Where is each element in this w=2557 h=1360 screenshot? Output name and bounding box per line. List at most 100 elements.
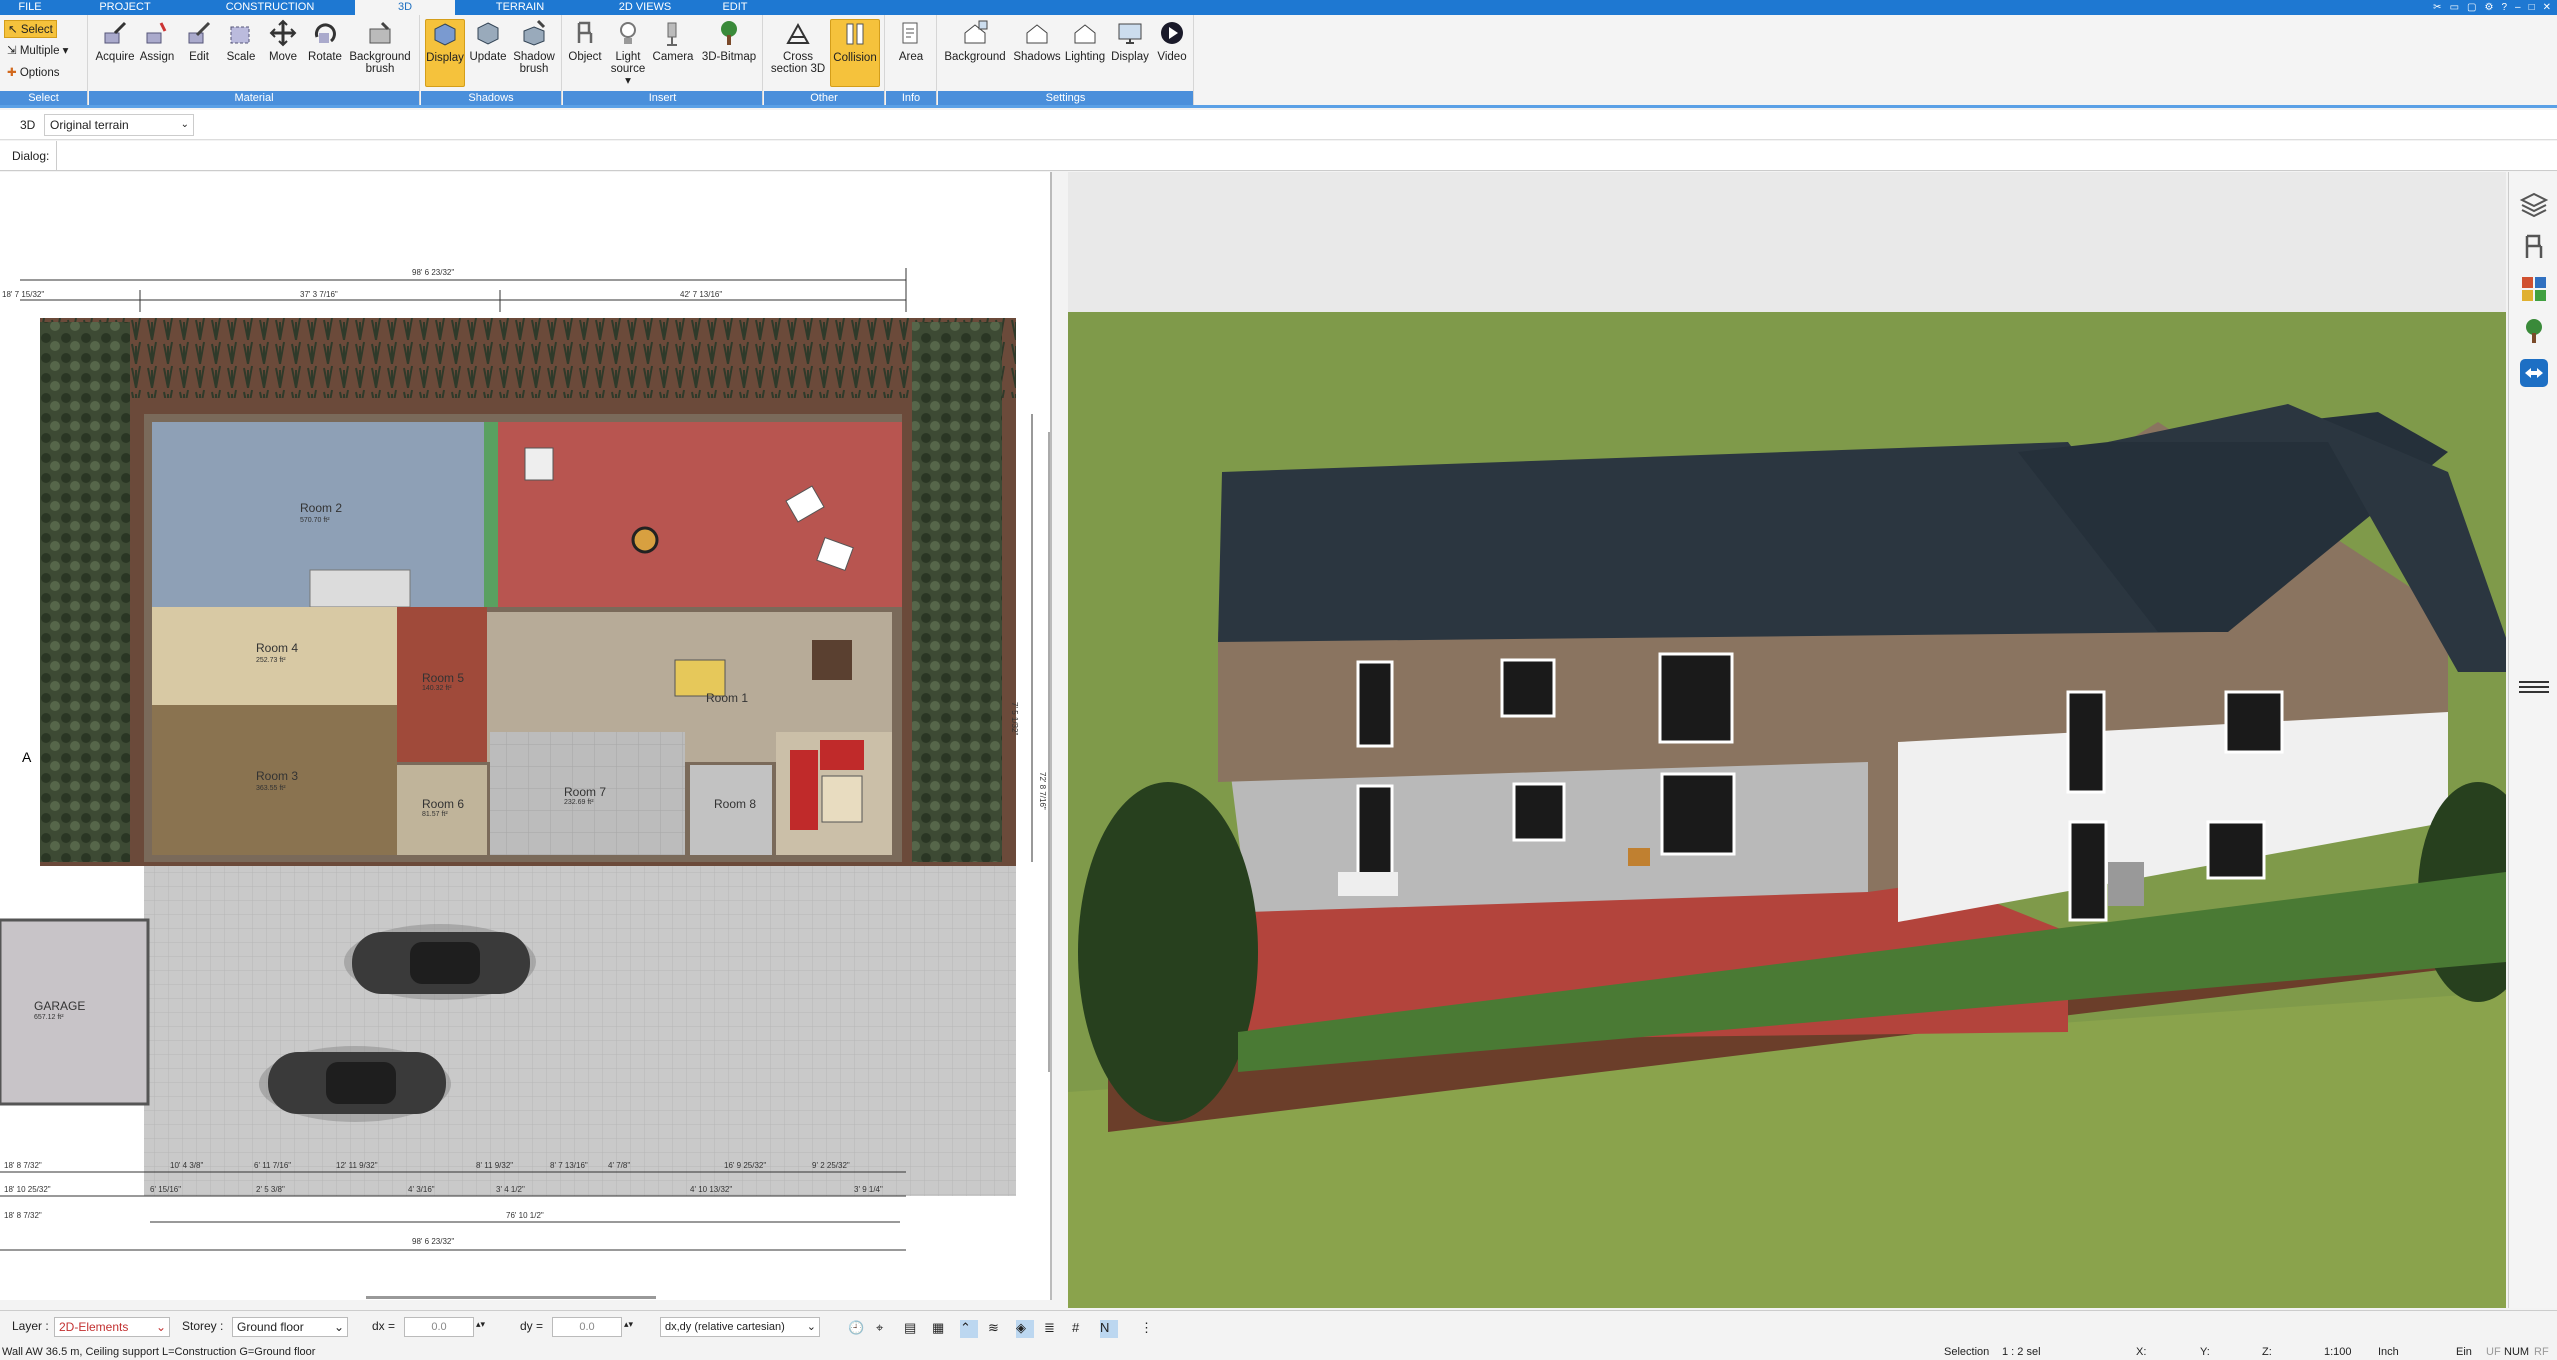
tab-edit[interactable]: EDIT bbox=[715, 0, 755, 15]
object-snap-icon[interactable]: ◈ bbox=[1016, 1320, 1034, 1338]
area-button[interactable]: Area bbox=[890, 19, 932, 63]
driveway bbox=[144, 866, 1016, 1196]
dim-row2-1: 6' 15/16" bbox=[150, 1185, 181, 1194]
dx-input[interactable]: 0.0 bbox=[404, 1317, 474, 1337]
terrace-area[interactable] bbox=[498, 422, 902, 607]
stairs[interactable] bbox=[309, 569, 411, 608]
group-select: ↖ Select ⇲ Multiple ▾ ✚ Options Select bbox=[0, 15, 88, 105]
light-source-button[interactable]: Light source ▾ bbox=[607, 19, 649, 87]
background-label: Background bbox=[944, 51, 1006, 63]
move-arrows-icon bbox=[269, 19, 297, 47]
tools-icon[interactable]: ✂ bbox=[2433, 2, 2441, 13]
furniture-icon[interactable] bbox=[2519, 232, 2549, 262]
update-shadows-button[interactable]: Update bbox=[467, 19, 509, 63]
camera-button[interactable]: Camera bbox=[651, 19, 695, 63]
piano[interactable] bbox=[812, 640, 852, 680]
vertical-scrollbar[interactable] bbox=[1048, 432, 1051, 1072]
storey-dropdown[interactable]: Ground floor ⌄ bbox=[232, 1317, 348, 1337]
area-icon bbox=[902, 22, 918, 44]
layer-dropdown[interactable]: 2D-Elements ⌄ bbox=[54, 1317, 170, 1337]
terrain-dropdown[interactable]: Original terrain ⌄ bbox=[44, 114, 194, 136]
floor-plan-canvas[interactable]: 98' 6 23/32" 37' 3 7/16" 42' 7 13/16" 18… bbox=[0, 172, 1052, 1300]
paint-bucket-icon bbox=[146, 22, 167, 44]
coffee-table[interactable] bbox=[821, 775, 863, 823]
rotate-button[interactable]: Rotate bbox=[305, 19, 345, 63]
lighting-button[interactable]: Lighting bbox=[1062, 19, 1108, 63]
cube-update-icon bbox=[477, 22, 499, 45]
north-icon[interactable]: N bbox=[1100, 1320, 1118, 1338]
3d-canvas[interactable] bbox=[1068, 172, 2506, 1308]
plants-icon[interactable] bbox=[2519, 316, 2549, 346]
tab-file[interactable]: FILE bbox=[0, 0, 60, 15]
select-button[interactable]: ↖ Select bbox=[4, 20, 57, 38]
shadow-brush-button[interactable]: Shadow brush bbox=[511, 19, 557, 75]
acquire-label: Acquire bbox=[95, 51, 135, 63]
tab-3d[interactable]: 3D bbox=[355, 0, 455, 15]
maximize-window-icon[interactable]: □ bbox=[2529, 2, 2535, 13]
minimize-icon[interactable]: ▭ bbox=[2450, 2, 2459, 13]
car-top[interactable] bbox=[344, 924, 536, 1000]
floor-plan-view[interactable]: 98' 6 23/32" 37' 3 7/16" 42' 7 13/16" 18… bbox=[0, 172, 1052, 1300]
dy-stepper-icon[interactable]: ▴▾ bbox=[624, 1319, 633, 1330]
selection-value: 1 : 2 sel bbox=[2002, 1346, 2041, 1358]
guides-icon[interactable]: ≣ bbox=[1044, 1320, 1062, 1338]
edit-material-button[interactable]: Edit bbox=[179, 19, 219, 63]
minimize-window-icon[interactable]: – bbox=[2515, 2, 2521, 13]
restore-icon[interactable]: ▢ bbox=[2467, 2, 2476, 13]
more-options-icon[interactable]: ⋮ bbox=[1140, 1320, 1158, 1338]
terrace-chair[interactable] bbox=[1628, 848, 1650, 866]
background-button[interactable]: Background bbox=[940, 19, 1010, 63]
flag-ein: Ein bbox=[2456, 1346, 2472, 1358]
scale-button[interactable]: Scale bbox=[221, 19, 261, 63]
dim-right-top: 42' 7 13/16" bbox=[680, 290, 722, 299]
move-button[interactable]: Move bbox=[263, 19, 303, 63]
tab-construction[interactable]: CONSTRUCTION bbox=[220, 0, 320, 15]
acquire-button[interactable]: Acquire bbox=[95, 19, 135, 63]
object-button[interactable]: Object bbox=[565, 19, 605, 63]
room-4[interactable] bbox=[152, 607, 397, 705]
shadows-settings-button[interactable]: Shadows bbox=[1012, 19, 1062, 63]
coord-mode-dropdown[interactable]: dx,dy (relative cartesian) ⌄ bbox=[660, 1317, 820, 1337]
collision-button[interactable]: Collision bbox=[830, 19, 880, 87]
wall-snap-icon[interactable]: ≋ bbox=[988, 1320, 1006, 1338]
layers-icon[interactable] bbox=[2519, 190, 2549, 220]
help-icon[interactable]: ? bbox=[2501, 2, 2507, 13]
history-icon[interactable]: 🕘 bbox=[848, 1320, 866, 1338]
background-brush-button[interactable]: Background brush bbox=[347, 19, 413, 75]
cross-section-3d-button[interactable]: Cross section 3D bbox=[768, 19, 828, 75]
assign-button[interactable]: Assign bbox=[137, 19, 177, 63]
window-controls: ✂ ▭ ▢ ⚙ ? – □ ✕ bbox=[2433, 0, 2551, 15]
dx-label: dx = bbox=[372, 1319, 396, 1333]
layers-toggle-icon[interactable]: ▤ bbox=[904, 1320, 922, 1338]
dy-input[interactable]: 0.0 bbox=[552, 1317, 622, 1337]
dx-stepper-icon[interactable]: ▴▾ bbox=[476, 1319, 485, 1330]
materials-icon[interactable] bbox=[2519, 274, 2549, 304]
car-bottom[interactable] bbox=[259, 1046, 451, 1122]
snap-angle-icon[interactable]: ⌃ bbox=[960, 1320, 978, 1338]
terrace-table[interactable] bbox=[1338, 872, 1398, 896]
armchair[interactable] bbox=[820, 740, 864, 770]
round-table[interactable] bbox=[631, 526, 659, 554]
tab-2d-views[interactable]: 2D VIEWS bbox=[610, 0, 680, 15]
catalog-icon[interactable]: ▦ bbox=[932, 1320, 950, 1338]
3d-view[interactable] bbox=[1068, 172, 2506, 1308]
multiple-button[interactable]: ⇲ Multiple ▾ bbox=[4, 42, 71, 60]
collapse-panel-icon[interactable] bbox=[2515, 672, 2553, 702]
3d-bitmap-button[interactable]: 3D-Bitmap bbox=[699, 19, 759, 63]
snap-icon[interactable]: ⌖ bbox=[876, 1320, 894, 1338]
settings-icon[interactable]: ⚙ bbox=[2484, 2, 2493, 13]
close-window-icon[interactable]: ✕ bbox=[2543, 2, 2551, 13]
room-area-3: 363.55 ft² bbox=[256, 785, 286, 792]
display-settings-button[interactable]: Display bbox=[1108, 19, 1152, 63]
options-button[interactable]: ✚ Options bbox=[4, 64, 62, 82]
lounge-chair[interactable] bbox=[2108, 862, 2144, 906]
tab-terrain[interactable]: TERRAIN bbox=[485, 0, 555, 15]
tab-project[interactable]: PROJECT bbox=[90, 0, 160, 15]
grid-icon[interactable]: # bbox=[1072, 1320, 1090, 1338]
teamviewer-icon[interactable] bbox=[2519, 358, 2549, 388]
sofa[interactable] bbox=[790, 750, 818, 830]
display-shadows-button[interactable]: Display bbox=[425, 19, 465, 87]
lounger[interactable] bbox=[524, 447, 554, 481]
horizontal-scrollbar[interactable] bbox=[366, 1296, 656, 1299]
video-button[interactable]: Video bbox=[1152, 19, 1192, 63]
